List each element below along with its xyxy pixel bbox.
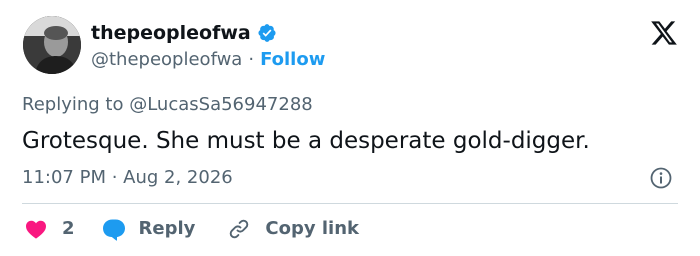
copy-link-label: Copy link [265, 218, 359, 239]
reply-button[interactable]: Reply [101, 216, 196, 242]
action-bar: 2 Reply Copy link [24, 216, 359, 242]
heart-icon [26, 220, 46, 239]
verified-badge-icon [258, 24, 276, 42]
author-display-name[interactable]: thepeopleofwa [91, 21, 251, 45]
speech-bubble-icon [102, 219, 125, 241]
replying-to-mention[interactable]: @LucasSa56947288 [129, 94, 313, 115]
copy-link-button[interactable]: Copy link [227, 216, 359, 242]
like-button[interactable]: 2 [24, 216, 75, 242]
author-name-row: thepeopleofwa [91, 21, 277, 45]
replying-to-prefix: Replying to [22, 94, 124, 115]
tweet-timestamp[interactable]: 11:07 PM · Aug 2, 2026 [22, 166, 233, 190]
author-handle[interactable]: @thepeopleofwa [91, 48, 242, 72]
avatar-image [23, 16, 81, 74]
handle-separator: · [248, 49, 255, 70]
like-count: 2 [62, 218, 75, 239]
reply-label: Reply [138, 218, 196, 239]
avatar[interactable] [23, 16, 81, 74]
x-logo-icon[interactable] [650, 20, 678, 46]
tweet-card: thepeopleofwa @thepeopleofwa · Follow Re… [0, 0, 700, 256]
follow-button[interactable]: Follow [260, 48, 325, 72]
author-handle-row: @thepeopleofwa · Follow [91, 48, 325, 72]
tweet-text: Grotesque. She must be a desperate gold-… [22, 128, 590, 154]
info-icon[interactable] [649, 166, 673, 190]
replying-to: Replying to @LucasSa56947288 [22, 93, 313, 117]
link-icon [230, 219, 249, 239]
divider [22, 203, 678, 204]
